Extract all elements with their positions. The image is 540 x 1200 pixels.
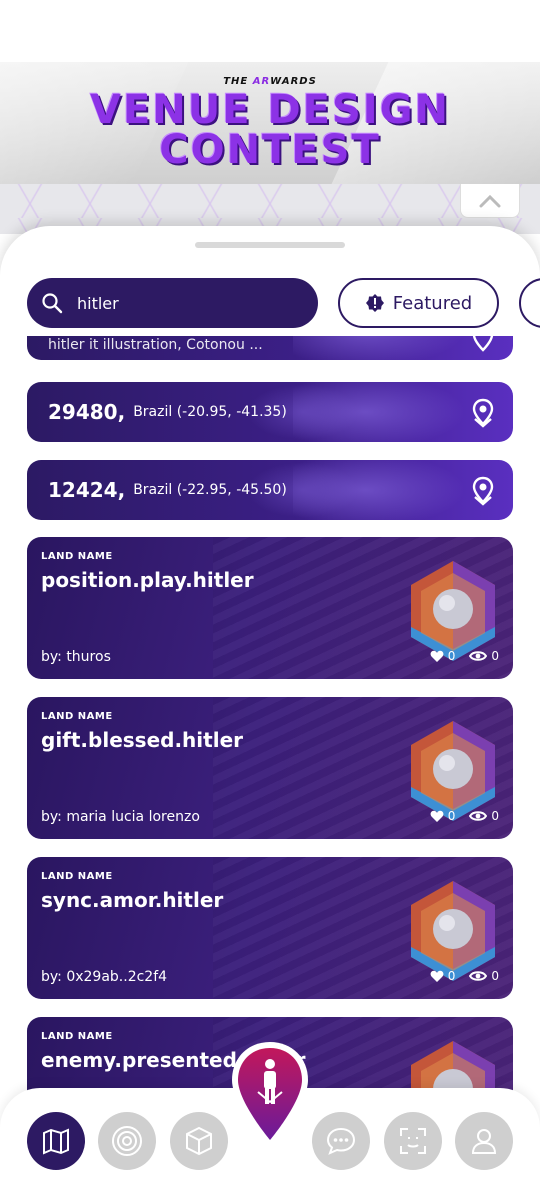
- sheet-drag-handle[interactable]: [195, 242, 345, 248]
- land-stats: 0 0: [430, 649, 499, 663]
- view-count: 0: [491, 809, 499, 823]
- like-count: 0: [447, 809, 456, 823]
- banner-title: Venue Design Contest: [0, 90, 540, 170]
- like-count: 0: [447, 969, 456, 983]
- search-field[interactable]: hitler: [27, 278, 318, 328]
- coordinate-number: 29480,: [48, 400, 126, 424]
- location-pin-icon[interactable]: [471, 398, 495, 428]
- land-name: gift.blessed.hitler: [41, 728, 243, 752]
- land-name-label: LAND NAME: [41, 1031, 113, 1042]
- land-author: by: thuros: [41, 649, 111, 665]
- list-item[interactable]: 12424, Brazil (-22.95, -45.50): [27, 460, 513, 520]
- search-icon: [42, 293, 63, 314]
- location-pin-icon[interactable]: [471, 336, 495, 352]
- coordinate-location: Brazil (-20.95, -41.35): [133, 404, 287, 420]
- nav-face-scan-button[interactable]: [384, 1112, 442, 1170]
- list-item-text: hitler it illustration, Cotonou ...: [48, 337, 263, 353]
- land-name-label: LAND NAME: [41, 551, 113, 562]
- nav-radar-button[interactable]: [98, 1112, 156, 1170]
- view-count: 0: [491, 969, 499, 983]
- banner-title-line1: Venue Design: [89, 87, 450, 133]
- contest-banner[interactable]: THE ARWARDS Venue Design Contest: [0, 62, 540, 184]
- map-icon: [43, 1128, 69, 1155]
- coordinate-number: 12424,: [48, 478, 126, 502]
- nav-cube-button[interactable]: [170, 1112, 228, 1170]
- list-item[interactable]: 29480, Brazil (-20.95, -41.35): [27, 382, 513, 442]
- land-card[interactable]: LAND NAME sync.amor.hitler by: 0x29ab..2…: [27, 857, 513, 999]
- location-pin-icon[interactable]: [471, 476, 495, 506]
- search-input-value[interactable]: hitler: [77, 294, 119, 313]
- land-author: by: 0x29ab..2c2f4: [41, 969, 168, 985]
- land-author: by: maria lucia lorenzo: [41, 809, 200, 825]
- land-name-label: LAND NAME: [41, 711, 113, 722]
- heart-icon[interactable]: [430, 970, 444, 983]
- banner-title-line2: Contest: [159, 127, 381, 173]
- cube-icon: [186, 1126, 212, 1156]
- land-stats: 0 0: [430, 809, 499, 823]
- like-count: 0: [447, 649, 456, 663]
- land-stats: 0 0: [430, 969, 499, 983]
- land-name-label: LAND NAME: [41, 871, 113, 882]
- chat-icon: [326, 1127, 356, 1155]
- banner-kicker: THE ARWARDS: [223, 76, 317, 87]
- coordinate-location: Brazil (-22.95, -45.50): [133, 482, 287, 498]
- eye-icon: [469, 971, 488, 981]
- radar-icon: [112, 1126, 142, 1156]
- nav-profile-button[interactable]: [455, 1112, 513, 1170]
- heart-icon[interactable]: [430, 810, 444, 823]
- avatar-pin-icon[interactable]: [228, 1040, 312, 1152]
- world-map-graphic: [293, 336, 473, 360]
- next-filter-button[interactable]: [519, 278, 540, 328]
- results-list[interactable]: hitler it illustration, Cotonou ... 2948…: [27, 336, 513, 1096]
- view-count: 0: [491, 649, 499, 663]
- heart-icon[interactable]: [430, 650, 444, 663]
- profile-icon: [471, 1129, 497, 1154]
- featured-filter-button[interactable]: Featured: [338, 278, 499, 328]
- list-item[interactable]: hitler it illustration, Cotonou ...: [27, 336, 513, 360]
- eye-icon: [469, 651, 488, 661]
- face-scan-icon: [400, 1128, 426, 1154]
- eye-icon: [469, 811, 488, 821]
- chevron-up-icon: [479, 194, 501, 207]
- nav-chat-button[interactable]: [312, 1112, 370, 1170]
- featured-filter-label: Featured: [392, 292, 473, 314]
- land-name: sync.amor.hitler: [41, 888, 224, 912]
- badge-alert-icon: [365, 294, 384, 312]
- collapse-banner-button[interactable]: [460, 184, 520, 218]
- nav-map-button[interactable]: [27, 1112, 85, 1170]
- land-name: position.play.hitler: [41, 568, 254, 592]
- land-card[interactable]: LAND NAME position.play.hitler by: thuro…: [27, 537, 513, 679]
- land-card[interactable]: LAND NAME gift.blessed.hitler by: maria …: [27, 697, 513, 839]
